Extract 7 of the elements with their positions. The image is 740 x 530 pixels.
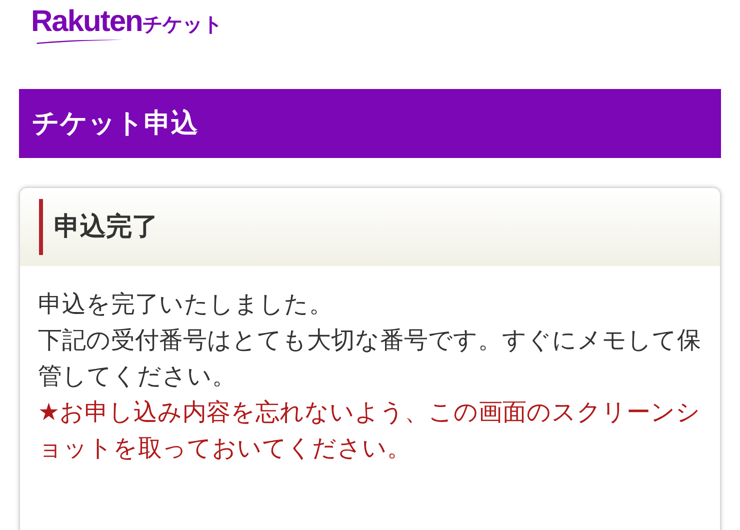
page-title: チケット申込 (19, 89, 721, 158)
brand-logo: Rakuten (31, 6, 142, 44)
product-name: チケット (142, 13, 222, 35)
message-text: 下記の受付番号はとても大切な番号です。すぐにメモして保管してください。 (38, 325, 702, 392)
card-title: 申込完了 (39, 199, 158, 255)
warning-text: ★お申し込み内容を忘れないよう、この画面のスクリーンショットを取っておいてください。 (38, 397, 702, 464)
message-text: 申込を完了いたしました。 (38, 289, 334, 320)
